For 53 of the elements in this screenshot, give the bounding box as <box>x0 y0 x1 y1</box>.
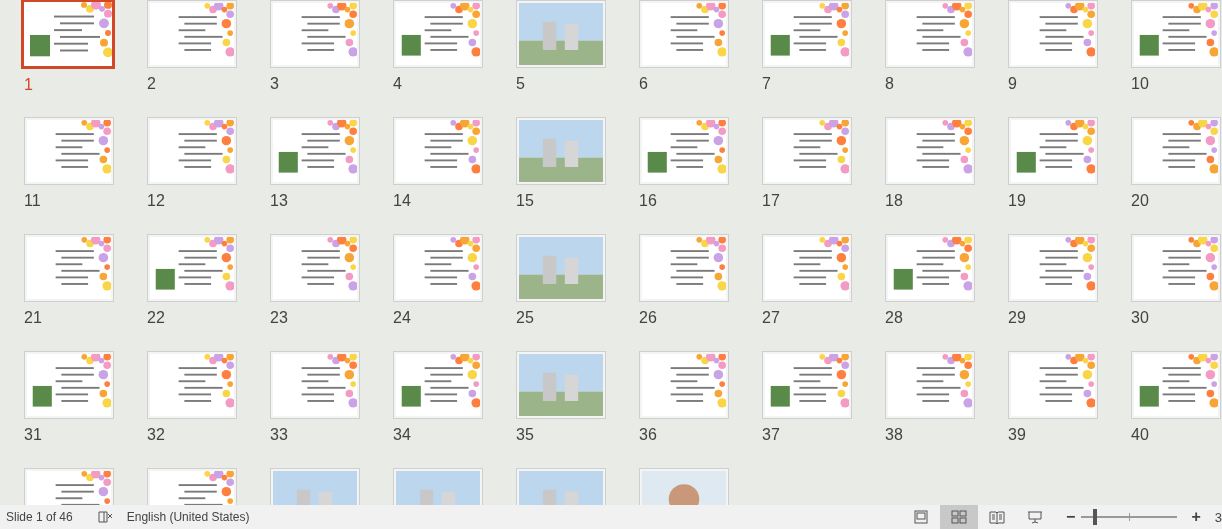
slide-number: 33 <box>270 426 288 444</box>
slide-number: 24 <box>393 309 411 327</box>
slide-number: 22 <box>147 309 165 327</box>
layout-icon <box>913 510 930 524</box>
zoom-slider-thumb[interactable] <box>1092 509 1097 525</box>
slide-number: 32 <box>147 426 165 444</box>
slide-number: 14 <box>393 192 411 210</box>
sorter-view-button[interactable] <box>940 505 979 529</box>
slide-number: 31 <box>24 426 42 444</box>
grid-icon <box>951 510 968 524</box>
slide-number: 9 <box>1008 75 1017 93</box>
slide-number: 38 <box>885 426 903 444</box>
slide-number: 39 <box>1008 426 1026 444</box>
language-label[interactable]: English (United States) <box>126 510 250 524</box>
zoom-percent[interactable]: 3 <box>1214 509 1222 525</box>
slide-number: 16 <box>639 192 657 210</box>
zoom-in-button[interactable]: + <box>1187 508 1205 526</box>
slide-number: 13 <box>270 192 288 210</box>
slide-number: 36 <box>639 426 657 444</box>
slide-number: 40 <box>1131 426 1149 444</box>
slide-number: 2 <box>147 75 156 93</box>
book-icon <box>989 510 1006 524</box>
slide-number: 5 <box>516 75 525 93</box>
slide-number: 35 <box>516 426 534 444</box>
zoom-out-button[interactable]: − <box>1062 508 1080 526</box>
slide-number: 4 <box>393 75 402 93</box>
slide-number: 12 <box>147 192 165 210</box>
slide-number: 21 <box>24 309 42 327</box>
slide-number: 17 <box>762 192 780 210</box>
slide-number: 23 <box>270 309 288 327</box>
slide-number: 1 <box>24 76 33 94</box>
slide-number: 29 <box>1008 309 1026 327</box>
slide-number: 20 <box>1131 192 1149 210</box>
slide-number: 25 <box>516 309 534 327</box>
slide-number: 10 <box>1131 75 1149 93</box>
slide-number: 6 <box>639 75 648 93</box>
slide-number: 30 <box>1131 309 1149 327</box>
slide-number: 7 <box>762 75 771 93</box>
slide-number: 11 <box>24 192 41 210</box>
slide-number: 34 <box>393 426 411 444</box>
slide-number: 28 <box>885 309 903 327</box>
slide-number: 19 <box>1008 192 1026 210</box>
slide-number: 37 <box>762 426 780 444</box>
slide-number: 18 <box>885 192 903 210</box>
zoom-slider[interactable] <box>1081 509 1178 525</box>
spelling-icon[interactable] <box>96 510 113 524</box>
projector-icon <box>1027 510 1044 524</box>
slide-number: 8 <box>885 75 894 93</box>
slide-number: 26 <box>639 309 657 327</box>
slide-number: 27 <box>762 309 780 327</box>
slide-number: 15 <box>516 192 534 210</box>
slide-number: 3 <box>270 75 279 93</box>
slide-counter: Slide 1 of 46 <box>6 510 73 524</box>
